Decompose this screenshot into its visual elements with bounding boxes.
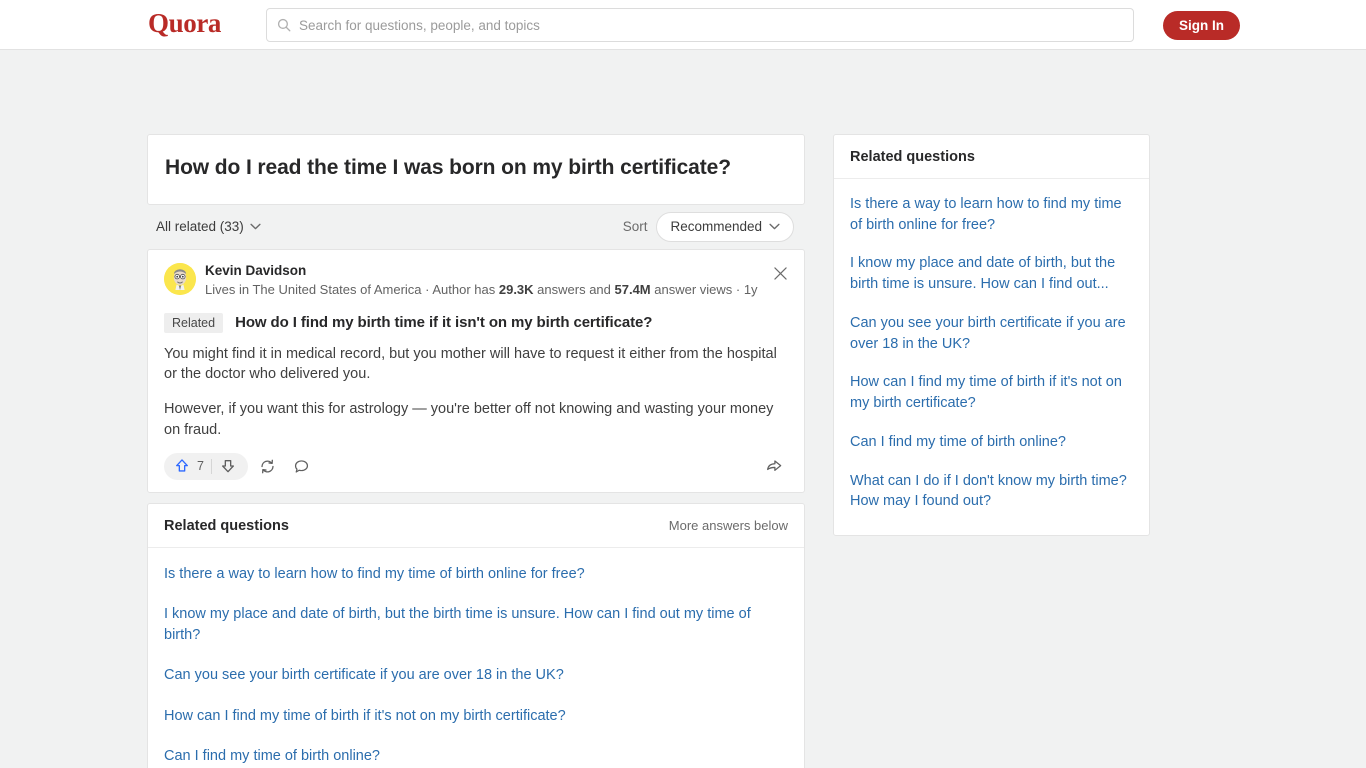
main-column: How do I read the time I was born on my …: [147, 134, 805, 768]
answer-header: Kevin Davidson Lives in The United State…: [164, 262, 788, 300]
comment-button[interactable]: [288, 453, 316, 480]
sidebar-question-link[interactable]: How can I find my time of birth if it's …: [850, 363, 1133, 422]
sign-in-button[interactable]: Sign In: [1163, 11, 1240, 40]
author-block: Kevin Davidson Lives in The United State…: [205, 263, 758, 300]
related-badge: Related: [164, 312, 224, 333]
sidebar-title: Related questions: [850, 149, 975, 165]
credential-suffix: answer views · 1y: [650, 281, 758, 297]
sidebar-question-link[interactable]: Is there a way to learn how to find my t…: [850, 185, 1133, 244]
sidebar-related-questions-card: Related questions Is there a way to lear…: [833, 134, 1150, 537]
author-name[interactable]: Kevin Davidson: [205, 263, 758, 280]
sort-value: Recommended: [670, 219, 762, 235]
search-input[interactable]: [299, 17, 1123, 33]
related-question-link[interactable]: How can I find my time of birth if it's …: [164, 696, 788, 737]
dismiss-answer-button[interactable]: [770, 264, 790, 284]
action-left-group: 7: [164, 452, 316, 480]
chevron-down-icon: [250, 224, 261, 230]
downvote-icon: [221, 460, 234, 473]
search-bar[interactable]: [266, 8, 1134, 42]
view-count: 57.4M: [614, 281, 651, 297]
related-questions-list: Is there a way to learn how to find my t…: [148, 548, 804, 768]
related-questions-card: Related questions More answers below Is …: [147, 502, 805, 768]
more-answers-below-label: More answers below: [668, 518, 788, 534]
related-questions-header: Related questions More answers below: [148, 504, 804, 548]
page-body: How do I read the time I was born on my …: [0, 50, 1366, 768]
repost-icon: [261, 459, 275, 473]
sort-group: Sort Recommended: [622, 211, 794, 242]
top-navigation-bar: Quora Sign In: [0, 0, 1366, 50]
share-arrow-icon: [767, 460, 782, 471]
sidebar-question-link[interactable]: What can I do if I don't know my birth t…: [850, 462, 1133, 521]
share-button[interactable]: [760, 453, 788, 480]
sidebar-question-link[interactable]: Can I find my time of birth online?: [850, 423, 1133, 462]
downvote-button[interactable]: [212, 458, 244, 474]
related-question-link[interactable]: I know my place and date of birth, but t…: [164, 594, 788, 655]
related-question-link[interactable]: Is there a way to learn how to find my t…: [164, 554, 788, 595]
all-related-label: All related (33): [156, 219, 244, 235]
related-questions-title: Related questions: [164, 517, 289, 534]
upvote-count: 7: [197, 459, 204, 474]
sidebar-question-link[interactable]: I know my place and date of birth, but t…: [850, 244, 1133, 303]
answer-action-bar: 7: [164, 452, 788, 486]
avatar[interactable]: [164, 262, 196, 295]
cartoon-face-avatar-icon: [164, 262, 196, 295]
all-related-dropdown[interactable]: All related (33): [156, 219, 261, 234]
filter-row: All related (33) Sort Recommended: [147, 205, 805, 249]
credential-mid: answers and: [533, 281, 615, 297]
answer-paragraph: However, if you want this for astrology …: [164, 401, 774, 438]
sidebar-header: Related questions: [834, 135, 1149, 179]
vote-pill: 7: [164, 452, 248, 480]
upvote-icon: [176, 459, 188, 472]
search-icon: [277, 18, 291, 32]
sidebar: Related questions Is there a way to lear…: [833, 134, 1150, 537]
related-question-link[interactable]: Can you see your birth certificate if yo…: [164, 655, 788, 696]
page-title: How do I read the time I was born on my …: [165, 156, 731, 179]
upvote-button[interactable]: 7: [168, 458, 211, 474]
author-credentials: Lives in The United States of America · …: [205, 281, 758, 300]
repost-button[interactable]: [254, 453, 282, 480]
credential-prefix: Lives in The United States of America · …: [205, 281, 499, 297]
sort-label: Sort: [622, 219, 648, 235]
answer-count: 29.3K: [498, 281, 534, 297]
sort-dropdown-button[interactable]: Recommended: [656, 211, 794, 242]
related-question-row: Related How do I find my birth time if i…: [164, 312, 788, 333]
related-question-link[interactable]: Can I find my time of birth online?: [164, 736, 788, 768]
answer-card: Kevin Davidson Lives in The United State…: [147, 248, 805, 493]
close-icon: [773, 267, 787, 281]
chevron-down-icon: [769, 224, 780, 230]
quora-logo[interactable]: Quora: [148, 8, 221, 39]
answer-paragraph: You might find it in medical record, but…: [164, 345, 777, 383]
sidebar-question-link[interactable]: Can you see your birth certificate if yo…: [850, 304, 1133, 363]
sidebar-questions-list: Is there a way to learn how to find my t…: [834, 179, 1149, 535]
answer-question-title[interactable]: How do I find my birth time if it isn't …: [235, 314, 652, 331]
comment-bubble-icon: [295, 459, 309, 473]
answer-body: You might find it in medical record, but…: [164, 344, 788, 441]
question-card: How do I read the time I was born on my …: [147, 134, 805, 205]
